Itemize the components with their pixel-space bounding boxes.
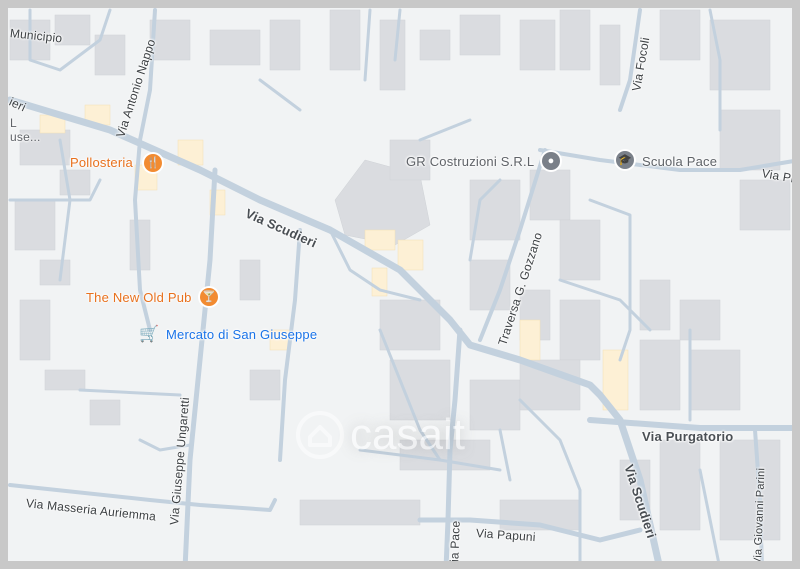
shopping-cart-icon[interactable]: 🛒 xyxy=(139,326,159,344)
bar-icon[interactable]: 🍸 xyxy=(200,288,218,306)
restaurant-icon[interactable]: 🍴 xyxy=(144,154,162,172)
street-label-via-pace: Via Pace xyxy=(447,520,463,569)
house-icon xyxy=(296,411,344,459)
school-icon[interactable]: 🎓 xyxy=(616,151,634,169)
watermark-text: casait xyxy=(350,410,465,459)
casait-watermark: casait xyxy=(296,410,465,460)
poi-label-gr-costruzioni[interactable]: GR Costruzioni S.R.L xyxy=(406,155,534,169)
map-canvas[interactable] xyxy=(0,0,800,569)
poi-label-scuola-pace[interactable]: Scuola Pace xyxy=(642,155,717,169)
poi-label-the-new-old-pub[interactable]: The New Old Pub xyxy=(86,291,192,305)
poi-label-mercato-di-san-giuseppe[interactable]: Mercato di San Giuseppe xyxy=(166,328,317,342)
street-label-l-use: Luse... xyxy=(10,116,41,144)
street-label-via-purgatorio: Via Purgatorio xyxy=(642,429,734,444)
poi-label-pollosteria[interactable]: Pollosteria xyxy=(70,156,133,170)
pin-icon[interactable]: ● xyxy=(542,152,560,170)
map-frame: casait Municipio ieri Luse... Via Scudie… xyxy=(0,0,800,569)
